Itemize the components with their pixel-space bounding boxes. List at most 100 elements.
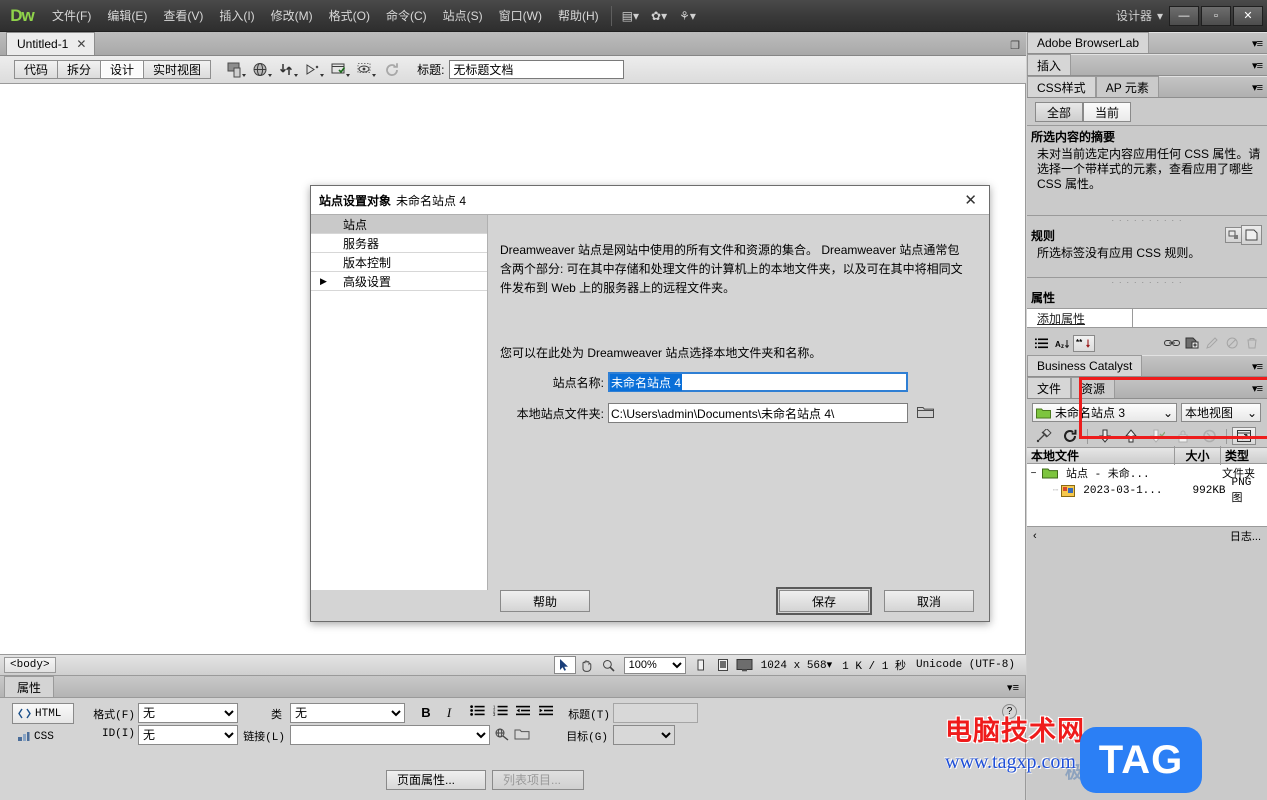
expand-arrow-icon[interactable]: ▶ <box>320 276 327 287</box>
column-size[interactable]: 大小 <box>1175 446 1221 465</box>
layout-icon[interactable]: ▤▾ <box>616 0 645 32</box>
site-name-input[interactable]: 未命名站点 4 <box>608 372 908 392</box>
alphabetical-view-icon[interactable]: Az <box>1053 335 1071 351</box>
file-transfer-icon[interactable] <box>275 59 301 81</box>
menu-site[interactable]: 站点(S) <box>435 0 491 32</box>
help-button[interactable]: 帮助 <box>500 590 590 612</box>
tab-browserlab[interactable]: Adobe BrowserLab <box>1027 32 1150 53</box>
zoom-level-select[interactable]: 100% <box>623 656 686 674</box>
tab-insert[interactable]: 插入 <box>1027 54 1072 75</box>
site-select[interactable]: 未命名站点 3 ⌄ <box>1032 403 1177 422</box>
nav-item-version-control[interactable]: 版本控制 <box>311 253 487 272</box>
nav-item-advanced-settings[interactable]: ▶ 高级设置 <box>311 272 487 291</box>
list-ordered-icon[interactable]: 123 <box>493 704 508 719</box>
maximize-button[interactable]: ▫ <box>1201 5 1231 26</box>
new-css-rule-icon[interactable] <box>1183 335 1201 351</box>
select-tool-icon[interactable] <box>553 656 576 674</box>
tab-properties[interactable]: 属性 <box>4 676 55 697</box>
tag-selector-body[interactable]: <body> <box>4 657 56 673</box>
panel-menu-icon[interactable]: ▾≡ <box>1252 81 1263 94</box>
point-to-file-icon[interactable] <box>495 727 510 744</box>
menu-file[interactable]: 文件(F) <box>44 0 99 32</box>
live-preview-icon[interactable] <box>301 59 327 81</box>
minimize-button[interactable]: — <box>1169 5 1199 26</box>
panel-menu-icon[interactable]: ▾≡ <box>1252 360 1263 373</box>
nav-item-site[interactable]: 站点 <box>311 215 487 234</box>
put-files-icon[interactable] <box>1119 428 1143 444</box>
table-row[interactable]: ┈ 2023-03-1... 992KB PNG 图 <box>1027 477 1267 505</box>
set-properties-icon[interactable]: ** <box>1073 334 1095 352</box>
css-filter-all-button[interactable]: 全部 <box>1035 102 1084 122</box>
tab-files[interactable]: 文件 <box>1027 377 1072 398</box>
view-button-design[interactable]: 设计 <box>101 60 145 79</box>
format-select[interactable]: 无 <box>138 703 238 723</box>
panel-menu-icon[interactable]: ▾≡ <box>1252 37 1263 50</box>
validation-icon[interactable] <box>327 59 353 81</box>
list-item-button[interactable]: 列表项目... <box>492 770 584 790</box>
view-button-split[interactable]: 拆分 <box>58 60 102 79</box>
tab-assets[interactable]: 资源 <box>1071 377 1116 398</box>
rules-list-view-icon[interactable] <box>1225 227 1242 243</box>
files-table-body[interactable]: − 站点 - 未命... 文件夹 ┈ 2023-03-1... 992KB PN… <box>1027 464 1267 526</box>
menu-format[interactable]: 格式(O) <box>321 0 378 32</box>
close-icon[interactable]: ✕ <box>76 37 86 51</box>
close-icon[interactable]: ✕ <box>960 191 981 209</box>
panel-gripper[interactable]: · · · · · · · · · · <box>1027 216 1267 225</box>
class-select[interactable]: 无 <box>290 703 405 723</box>
save-button[interactable]: 保存 <box>776 587 872 615</box>
view-button-live[interactable]: 实时视图 <box>144 60 212 79</box>
menu-view[interactable]: 查看(V) <box>155 0 211 32</box>
css-mode-button[interactable]: CSS <box>12 726 74 747</box>
menu-insert[interactable]: 插入(I) <box>211 0 262 32</box>
site-network-icon[interactable]: ⚘▾ <box>673 0 702 32</box>
menu-help[interactable]: 帮助(H) <box>550 0 607 32</box>
id-select[interactable]: 无 <box>138 725 238 745</box>
title-attr-input[interactable] <box>613 703 698 723</box>
restore-window-icon[interactable]: ❐ <box>1010 39 1020 52</box>
close-button[interactable]: ✕ <box>1233 5 1263 26</box>
log-label[interactable]: 日志... <box>1230 528 1261 544</box>
refresh-icon[interactable] <box>379 59 405 81</box>
menu-commands[interactable]: 命令(C) <box>378 0 435 32</box>
connect-icon[interactable] <box>1032 428 1056 444</box>
refresh-icon[interactable] <box>1058 428 1082 444</box>
cancel-button[interactable]: 取消 <box>884 590 974 612</box>
html-mode-button[interactable]: HTML <box>12 703 74 724</box>
tab-css-styles[interactable]: CSS样式 <box>1027 76 1096 97</box>
get-files-icon[interactable] <box>1093 428 1117 444</box>
outdent-icon[interactable] <box>516 705 531 719</box>
help-icon[interactable]: ? <box>1002 704 1017 719</box>
menu-edit[interactable]: 编辑(E) <box>99 0 155 32</box>
column-type[interactable]: 类型 <box>1221 446 1267 465</box>
panel-menu-icon[interactable]: ▾≡ <box>1252 59 1263 72</box>
menu-modify[interactable]: 修改(M) <box>263 0 321 32</box>
local-folder-input[interactable]: C:\Users\admin\Documents\未命名站点 4\ <box>608 403 908 423</box>
page-properties-button[interactable]: 页面属性... <box>386 770 486 790</box>
desktop-size-icon[interactable] <box>734 656 756 674</box>
attach-stylesheet-icon[interactable] <box>1163 335 1181 351</box>
bold-button[interactable]: B <box>417 705 435 720</box>
document-tab-untitled-1[interactable]: Untitled-1 ✕ <box>6 32 96 55</box>
property-value-cell[interactable] <box>1133 309 1267 327</box>
css-filter-current-button[interactable]: 当前 <box>1083 102 1132 122</box>
column-local-files[interactable]: 本地文件 <box>1027 446 1175 465</box>
panel-gripper[interactable]: · · · · · · · · · · <box>1027 278 1267 287</box>
multiscreen-icon[interactable] <box>223 59 249 81</box>
folder-browse-icon[interactable] <box>917 405 934 422</box>
tablet-size-icon[interactable] <box>712 656 734 674</box>
link-select[interactable] <box>290 725 490 745</box>
panel-menu-icon[interactable]: ▾≡ <box>1252 382 1263 395</box>
target-select[interactable] <box>613 725 675 745</box>
hand-tool-icon[interactable] <box>576 656 598 674</box>
italic-button[interactable]: I <box>440 705 458 721</box>
tab-business-catalyst[interactable]: Business Catalyst <box>1027 355 1143 376</box>
category-view-icon[interactable] <box>1033 335 1051 351</box>
page-title-input[interactable] <box>449 60 625 79</box>
menu-window[interactable]: 窗口(W) <box>491 0 550 32</box>
panel-menu-icon[interactable]: ▾≡ <box>1007 681 1019 694</box>
phone-size-icon[interactable] <box>690 656 712 674</box>
indent-icon[interactable] <box>539 705 554 719</box>
rules-cascade-view-icon[interactable] <box>1241 225 1262 245</box>
globe-icon[interactable] <box>249 59 275 81</box>
tab-ap-elements[interactable]: AP 元素 <box>1095 76 1159 97</box>
